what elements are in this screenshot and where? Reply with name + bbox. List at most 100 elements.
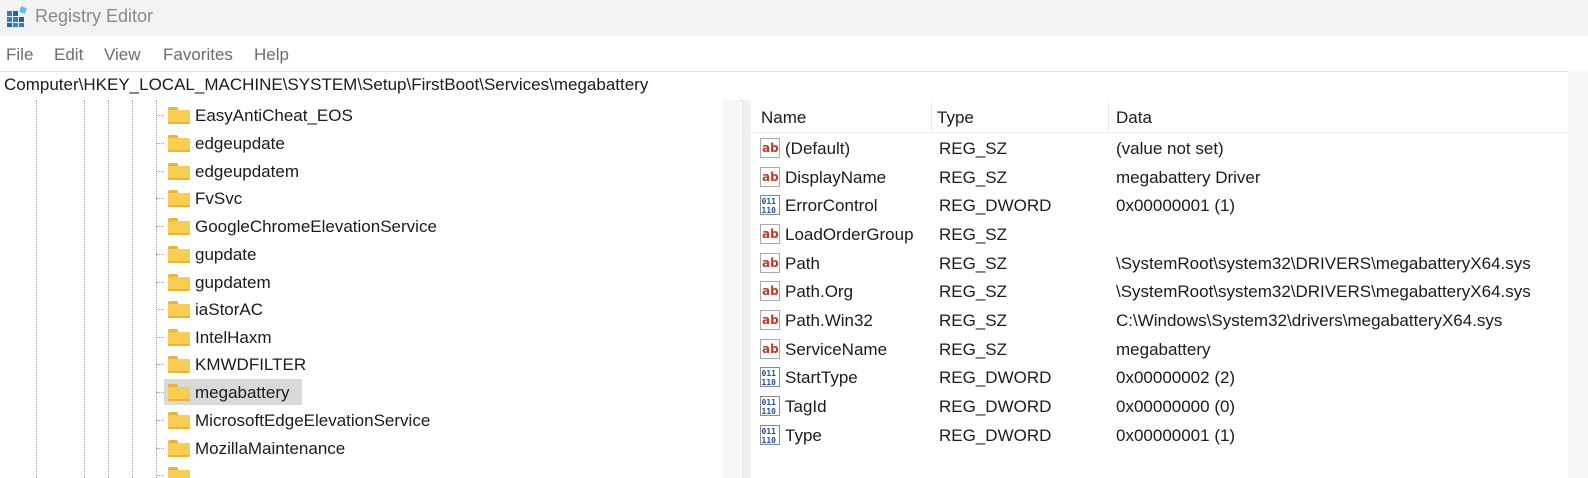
tree-item-kmwdfilter[interactable]: KMWDFILTER — [164, 351, 308, 377]
value-name[interactable]: DisplayName — [785, 168, 886, 188]
svg-text:ab: ab — [762, 256, 779, 270]
tree-item-fvsvc[interactable]: FvSvc — [164, 185, 248, 211]
value-data[interactable]: 0x00000001 (1) — [1116, 426, 1235, 446]
svg-text:011: 011 — [762, 398, 777, 407]
string-value-icon: ab — [760, 224, 780, 244]
tree-item-iastorac[interactable]: iaStorAC — [164, 296, 273, 322]
value-type[interactable]: REG_SZ — [939, 168, 1007, 188]
value-data[interactable]: 0x00000000 (0) — [1116, 397, 1235, 417]
dword-value-icon: 011 110 — [760, 195, 780, 215]
folder-icon — [168, 384, 190, 401]
value-data[interactable]: megabattery Driver — [1116, 168, 1261, 188]
value-data[interactable]: 0x00000002 (2) — [1116, 368, 1235, 388]
value-name[interactable]: (Default) — [785, 139, 850, 159]
dword-value-icon: 011 110 — [760, 367, 780, 387]
string-value-icon: ab — [760, 281, 780, 301]
tree-guide-line — [36, 100, 37, 478]
value-data[interactable]: (value not set) — [1116, 139, 1224, 159]
svg-text:110: 110 — [762, 407, 777, 416]
value-name[interactable]: StartType — [785, 368, 858, 388]
folder-icon — [168, 440, 190, 457]
tree-item-megabattery[interactable]: megabattery — [164, 379, 302, 405]
value-type[interactable]: REG_SZ — [939, 340, 1007, 360]
svg-text:ab: ab — [762, 313, 779, 327]
menu-favorites[interactable]: Favorites — [163, 45, 233, 65]
value-type[interactable]: REG_DWORD — [939, 397, 1051, 417]
value-name[interactable]: Type — [785, 426, 822, 446]
tree-item-gupdate[interactable]: gupdate — [164, 241, 268, 267]
column-header-type[interactable]: Type — [937, 108, 974, 128]
value-name[interactable]: TagId — [785, 397, 827, 417]
value-name[interactable]: ErrorControl — [785, 196, 878, 216]
svg-text:110: 110 — [762, 206, 777, 215]
value-data[interactable]: \SystemRoot\system32\DRIVERS\megabattery… — [1116, 254, 1531, 274]
tree-branch-line — [156, 309, 164, 310]
tree-item-intelhaxm[interactable]: IntelHaxm — [164, 324, 283, 350]
folder-icon — [168, 274, 190, 291]
tree-branch-line — [156, 475, 164, 476]
menu-file[interactable]: File — [6, 45, 33, 65]
value-type[interactable]: REG_SZ — [939, 225, 1007, 245]
value-type[interactable]: REG_SZ — [939, 311, 1007, 331]
value-name[interactable]: Path.Win32 — [785, 311, 873, 331]
column-header-name[interactable]: Name — [761, 108, 806, 128]
address-path[interactable]: Computer\HKEY_LOCAL_MACHINE\SYSTEM\Setup… — [4, 75, 648, 95]
tree-item-microsoftedgeelevationservice[interactable]: MicrosoftEdgeElevationService — [164, 407, 443, 433]
folder-icon — [168, 329, 190, 346]
tree-item-gupdatem[interactable]: gupdatem — [164, 269, 283, 295]
svg-text:ab: ab — [762, 141, 779, 155]
column-separator[interactable] — [931, 103, 932, 131]
value-name[interactable]: ServiceName — [785, 340, 887, 360]
tree-item-mozillamaintenance[interactable]: MozillaMaintenance — [164, 435, 358, 461]
menu-help[interactable]: Help — [254, 45, 289, 65]
svg-text:011: 011 — [762, 197, 777, 206]
string-value-icon: ab — [760, 138, 780, 158]
folder-icon — [168, 135, 190, 152]
value-type[interactable]: REG_SZ — [939, 282, 1007, 302]
tree-item-easyanticheat-eos[interactable]: EasyAntiCheat_EOS — [164, 102, 353, 128]
tree-item-edgeupdatem[interactable]: edgeupdatem — [164, 158, 308, 184]
folder-icon — [168, 412, 190, 429]
tree-branch-line — [156, 337, 164, 338]
tree-scrollbar[interactable] — [722, 100, 740, 478]
value-name[interactable]: LoadOrderGroup — [785, 225, 914, 245]
value-type[interactable]: REG_DWORD — [939, 426, 1051, 446]
tree-branch-line — [156, 254, 164, 255]
tree-item-partial[interactable] — [164, 462, 198, 478]
string-value-icon: ab — [760, 253, 780, 273]
tree-guide-line — [84, 100, 85, 478]
tree-branch-line — [156, 115, 164, 116]
tree-branch-line — [156, 392, 164, 393]
value-type[interactable]: REG_SZ — [939, 139, 1007, 159]
registry-icon — [7, 6, 27, 27]
value-name[interactable]: Path.Org — [785, 282, 853, 302]
svg-text:ab: ab — [762, 284, 779, 298]
menu-edit[interactable]: Edit — [54, 45, 83, 65]
folder-icon — [168, 190, 190, 207]
tree-item-googlechromeelevationservice[interactable]: GoogleChromeElevationService — [164, 213, 448, 239]
tree-branch-line — [156, 420, 164, 421]
tree-branch-line — [156, 448, 164, 449]
tree-item-edgeupdate[interactable]: edgeupdate — [164, 130, 298, 156]
key-tree[interactable]: EasyAntiCheat_EOS edgeupdate edgeupdatem… — [0, 100, 740, 478]
folder-icon — [168, 301, 190, 318]
column-separator[interactable] — [1108, 103, 1109, 131]
value-name[interactable]: Path — [785, 254, 820, 274]
value-type[interactable]: REG_DWORD — [939, 196, 1051, 216]
svg-text:ab: ab — [762, 342, 779, 356]
column-header-data[interactable]: Data — [1116, 108, 1152, 128]
menu-view[interactable]: View — [104, 45, 141, 65]
folder-icon — [168, 107, 190, 124]
string-value-icon: ab — [760, 310, 780, 330]
folder-icon — [168, 218, 190, 235]
value-data[interactable]: C:\Windows\System32\drivers\megabatteryX… — [1116, 311, 1502, 331]
value-data[interactable]: 0x00000001 (1) — [1116, 196, 1235, 216]
dword-value-icon: 011 110 — [760, 425, 780, 445]
value-data[interactable]: \SystemRoot\system32\DRIVERS\megabattery… — [1116, 282, 1531, 302]
svg-text:110: 110 — [762, 436, 777, 445]
svg-text:011: 011 — [762, 369, 777, 378]
value-data[interactable]: megabattery — [1116, 340, 1211, 360]
value-type[interactable]: REG_DWORD — [939, 368, 1051, 388]
value-type[interactable]: REG_SZ — [939, 254, 1007, 274]
values-scrollbar[interactable] — [1568, 70, 1588, 478]
